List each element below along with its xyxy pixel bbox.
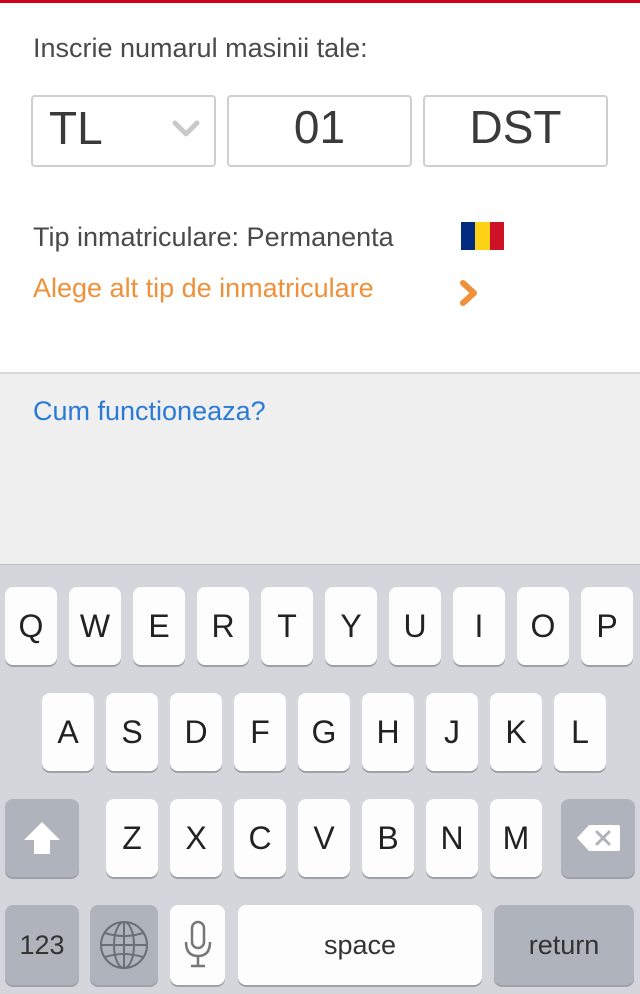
key-p[interactable]: P [581,587,633,665]
key-f[interactable]: F [234,693,286,771]
key-g[interactable]: G [298,693,350,771]
romania-flag-icon [461,222,504,250]
key-x[interactable]: X [170,799,222,877]
plate-number-value: 01 [293,101,346,153]
key-y[interactable]: Y [325,587,377,665]
chevron-right-icon[interactable] [458,280,480,306]
key-h[interactable]: H [362,693,414,771]
key-i[interactable]: I [453,587,505,665]
key-k[interactable]: K [490,693,542,771]
chevron-down-icon [172,120,200,137]
help-area: Cum functioneaza? [0,374,640,564]
shift-key[interactable] [5,799,79,877]
flag-stripe-red [489,222,504,250]
key-m[interactable]: M [490,799,542,877]
backspace-key[interactable] [561,799,635,877]
microphone-icon [184,920,211,968]
return-key[interactable]: return [494,905,634,985]
plate-letters-field[interactable]: DST [423,95,608,167]
key-b[interactable]: B [362,799,414,877]
plate-number-field[interactable]: 01 [227,95,412,167]
microphone-key[interactable] [170,905,225,985]
key-w[interactable]: W [69,587,121,665]
keyboard: Q W E R T Y U I O P A S D F G H J K L Z … [0,564,640,994]
page: Inscrie numarul masinii tale: TL 01 DST … [0,0,640,994]
key-z[interactable]: Z [106,799,158,877]
key-n[interactable]: N [426,799,478,877]
change-registration-type-link[interactable]: Alege alt tip de inmatriculare [33,273,374,304]
key-v[interactable]: V [298,799,350,877]
flag-stripe-blue [461,222,476,250]
backspace-icon [577,825,620,851]
key-s[interactable]: S [106,693,158,771]
key-a[interactable]: A [42,693,94,771]
key-l[interactable]: L [554,693,606,771]
space-key[interactable]: space [238,905,482,985]
numbers-key[interactable]: 123 [5,905,79,985]
registration-type-label: Tip inmatriculare: Permanenta [33,222,394,252]
key-j[interactable]: J [426,693,478,771]
key-e[interactable]: E [133,587,185,665]
key-o[interactable]: O [517,587,569,665]
plate-form: Inscrie numarul masinii tale: TL 01 DST … [0,3,640,373]
county-select[interactable]: TL [31,95,216,167]
how-it-works-link[interactable]: Cum functioneaza? [33,396,266,427]
plate-prompt: Inscrie numarul masinii tale: [33,33,368,63]
globe-icon [100,921,148,969]
key-q[interactable]: Q [5,587,57,665]
county-value: TL [49,102,103,154]
key-c[interactable]: C [234,799,286,877]
key-r[interactable]: R [197,587,249,665]
plate-letters-value: DST [469,101,562,153]
flag-stripe-yellow [475,222,490,250]
key-u[interactable]: U [389,587,441,665]
globe-key[interactable] [90,905,158,985]
key-t[interactable]: T [261,587,313,665]
key-d[interactable]: D [170,693,222,771]
shift-arrow-icon [24,822,60,854]
